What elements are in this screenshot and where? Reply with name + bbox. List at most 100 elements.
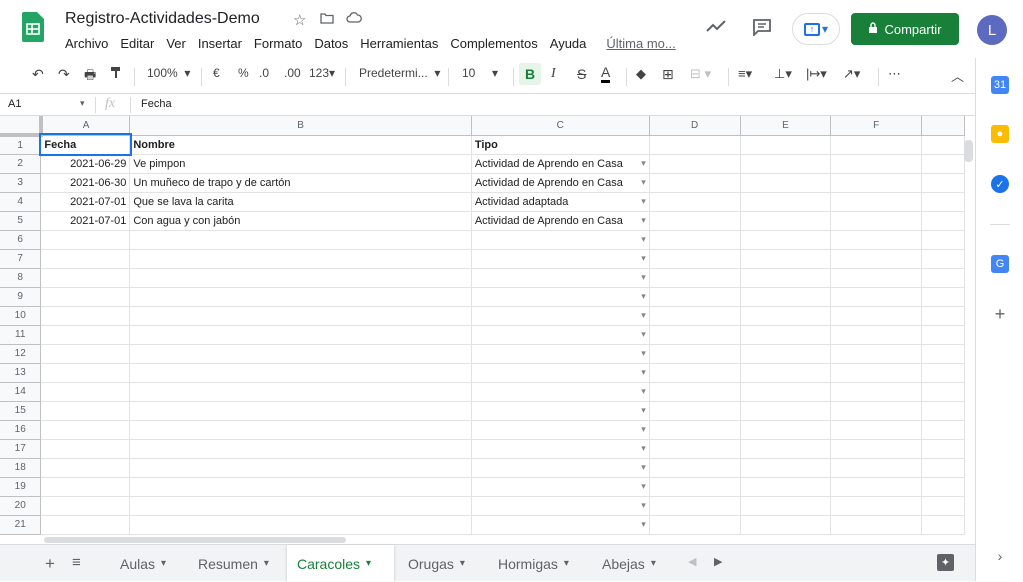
- dropdown-cell[interactable]: ▾: [471, 496, 650, 516]
- cell[interactable]: [40, 401, 131, 421]
- row-header[interactable]: 3: [0, 173, 42, 193]
- cell[interactable]: [740, 439, 832, 459]
- add-icon[interactable]: +: [991, 304, 1009, 324]
- cell[interactable]: [921, 515, 965, 535]
- star-icon[interactable]: ☆: [293, 11, 306, 29]
- spreadsheet-grid[interactable]: A B C D E F 1 Fecha Nombre Tipo 2 2021-06-29 V…: [0, 116, 965, 537]
- cell[interactable]: [40, 458, 131, 478]
- cell[interactable]: [830, 268, 923, 288]
- dropdown-arrow-icon[interactable]: ▾: [641, 253, 646, 264]
- calendar-icon[interactable]: 31: [991, 76, 1009, 94]
- chevron-right-icon[interactable]: ›: [991, 547, 1009, 565]
- cell[interactable]: [921, 344, 965, 364]
- cell[interactable]: [129, 287, 472, 307]
- zoom-select[interactable]: 100% ▾: [147, 66, 190, 80]
- row-header[interactable]: 1: [0, 135, 42, 155]
- more-formats-button[interactable]: 123▾: [309, 66, 335, 80]
- row-header[interactable]: 15: [0, 401, 42, 421]
- cell[interactable]: [830, 382, 923, 402]
- cell[interactable]: [921, 173, 965, 193]
- cell[interactable]: [740, 496, 832, 516]
- cell[interactable]: [40, 420, 131, 440]
- cell[interactable]: [649, 458, 741, 478]
- cell[interactable]: [740, 249, 832, 269]
- cell[interactable]: [40, 344, 131, 364]
- cell[interactable]: [740, 420, 832, 440]
- text-wrap-icon[interactable]: |↦▾: [806, 66, 827, 82]
- dropdown-cell[interactable]: ▾ Actividad de Aprendo en Casa: [471, 211, 650, 231]
- dropdown-cell[interactable]: Tipo: [471, 135, 650, 155]
- cell[interactable]: [830, 211, 923, 231]
- dropdown-cell[interactable]: ▾ Actividad de Aprendo en Casa: [471, 154, 650, 174]
- row-header[interactable]: 10: [0, 306, 42, 326]
- dropdown-cell[interactable]: ▾ Actividad adaptada: [471, 192, 650, 212]
- row-header[interactable]: 17: [0, 439, 42, 459]
- cell[interactable]: [649, 439, 741, 459]
- cell[interactable]: [649, 515, 741, 535]
- tasks-icon[interactable]: ✓: [991, 175, 1009, 193]
- cell[interactable]: [830, 496, 923, 516]
- cell[interactable]: [740, 211, 832, 231]
- cell[interactable]: [921, 306, 965, 326]
- cell[interactable]: 2021-07-01: [40, 192, 131, 212]
- cell[interactable]: [740, 363, 832, 383]
- row-header[interactable]: 18: [0, 458, 42, 478]
- cell[interactable]: [40, 439, 131, 459]
- text-color-button[interactable]: A: [601, 64, 611, 83]
- cell[interactable]: [921, 249, 965, 269]
- cell[interactable]: [830, 306, 923, 326]
- dropdown-cell[interactable]: ▾: [471, 230, 650, 250]
- merge-cells-icon[interactable]: ⊟ ▾: [690, 66, 711, 82]
- dropdown-arrow-icon[interactable]: ▾: [641, 158, 646, 169]
- cell[interactable]: [830, 192, 923, 212]
- cell[interactable]: [740, 477, 832, 497]
- tab-aulas[interactable]: Aulas ▾: [110, 545, 176, 582]
- cell[interactable]: [921, 287, 965, 307]
- dropdown-cell[interactable]: ▾: [471, 344, 650, 364]
- cell[interactable]: [649, 496, 741, 516]
- menu-insertar[interactable]: Insertar: [198, 36, 242, 51]
- row-header[interactable]: 21: [0, 515, 42, 535]
- dropdown-cell[interactable]: ▾: [471, 249, 650, 269]
- column-header-a[interactable]: A: [40, 116, 131, 136]
- cell[interactable]: [740, 306, 832, 326]
- cell[interactable]: [649, 192, 741, 212]
- cell[interactable]: [649, 211, 741, 231]
- cell[interactable]: Que se lava la carita: [129, 192, 472, 212]
- vertical-scrollbar[interactable]: [964, 140, 973, 162]
- collapse-menus-icon[interactable]: ︿: [951, 66, 964, 85]
- cell[interactable]: [740, 325, 832, 345]
- dropdown-arrow-icon[interactable]: ▾: [641, 481, 646, 492]
- cell[interactable]: [921, 363, 965, 383]
- cell[interactable]: [649, 420, 741, 440]
- cell[interactable]: Nombre: [129, 135, 472, 155]
- dropdown-cell[interactable]: ▾: [471, 287, 650, 307]
- cell[interactable]: [40, 306, 131, 326]
- column-header-b[interactable]: B: [129, 116, 472, 136]
- menu-ayuda[interactable]: Ayuda: [550, 36, 587, 51]
- cell[interactable]: 2021-06-30: [40, 173, 131, 193]
- cell[interactable]: [649, 173, 741, 193]
- cell[interactable]: Ve pimpon: [129, 154, 472, 174]
- cell[interactable]: [129, 401, 472, 421]
- cell[interactable]: [649, 249, 741, 269]
- row-header[interactable]: 9: [0, 287, 42, 307]
- cell[interactable]: [740, 401, 832, 421]
- dropdown-cell[interactable]: ▾: [471, 515, 650, 535]
- cell[interactable]: [129, 249, 472, 269]
- menu-ver[interactable]: Ver: [166, 36, 186, 51]
- cell[interactable]: Fecha: [38, 133, 132, 156]
- cell[interactable]: [740, 344, 832, 364]
- dropdown-cell[interactable]: ▾: [471, 363, 650, 383]
- row-header[interactable]: 7: [0, 249, 42, 269]
- column-header-d[interactable]: D: [649, 116, 741, 136]
- dropdown-cell[interactable]: ▾ Actividad de Aprendo en Casa: [471, 173, 650, 193]
- sheets-logo-icon[interactable]: [22, 12, 44, 42]
- cell[interactable]: [921, 401, 965, 421]
- cell[interactable]: [649, 325, 741, 345]
- row-header[interactable]: 20: [0, 496, 42, 516]
- move-folder-icon[interactable]: [320, 11, 334, 27]
- cell[interactable]: 2021-07-01: [40, 211, 131, 231]
- cell[interactable]: [40, 249, 131, 269]
- cell[interactable]: [129, 325, 472, 345]
